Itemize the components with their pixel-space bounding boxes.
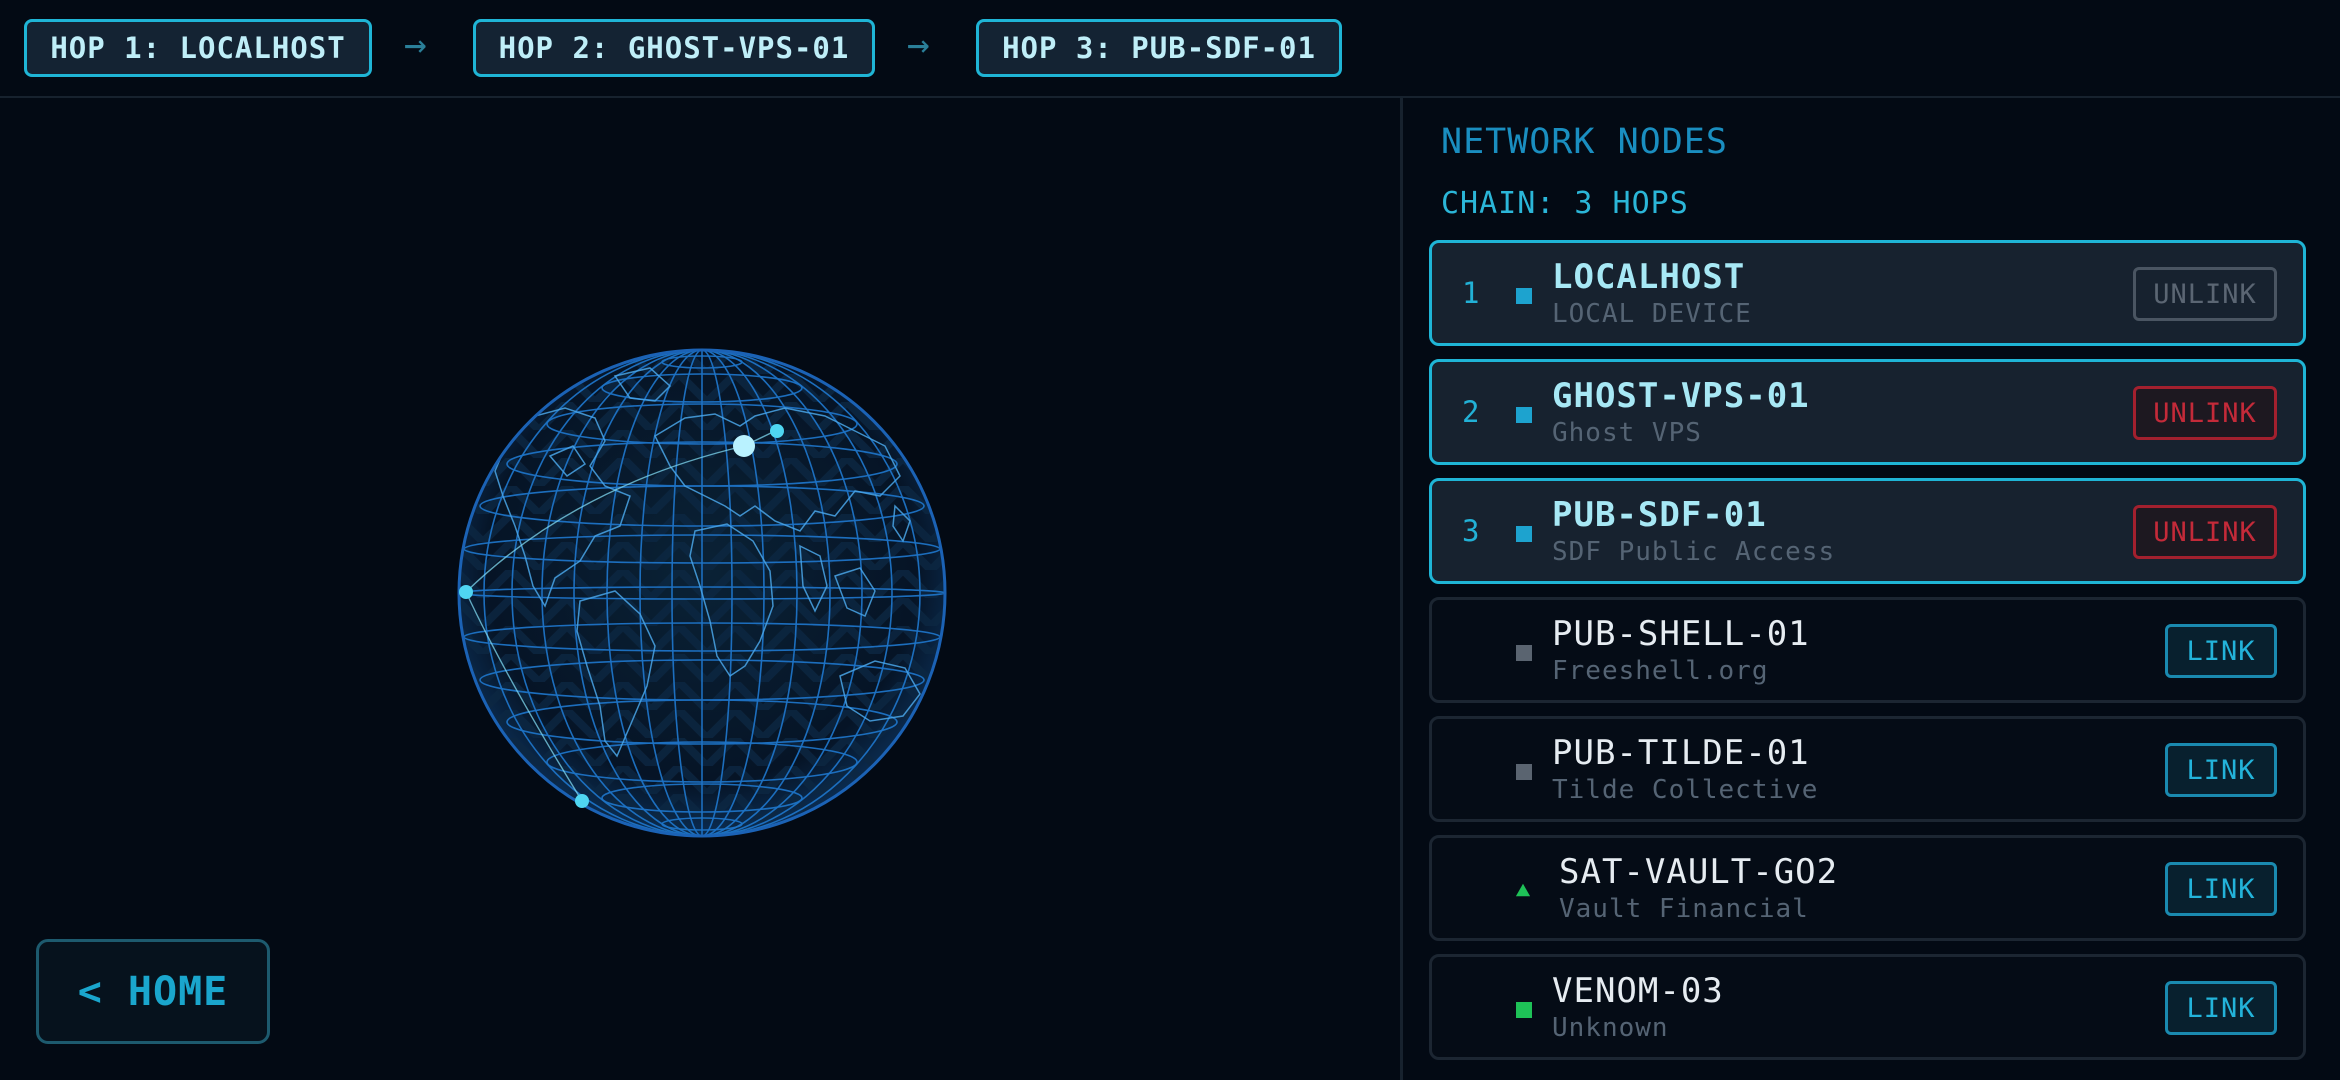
link-button[interactable]: LINK <box>2165 743 2277 797</box>
link-button[interactable]: LINK <box>2165 624 2277 678</box>
unlink-button[interactable]: UNLINK <box>2133 386 2277 440</box>
node-description: SDF Public Access <box>1552 537 1836 567</box>
unlink-button[interactable]: UNLINK <box>2133 267 2277 321</box>
hop-chain-bar: HOP 1: LOCALHOST → HOP 2: GHOST-VPS-01 →… <box>0 0 2340 98</box>
node-description: Unknown <box>1552 1013 1669 1043</box>
arrow-right-icon: → <box>404 22 427 66</box>
node-card-pub-tilde-01[interactable]: PUB-TILDE-01 Tilde Collective LINK <box>1429 716 2306 822</box>
node-name: PUB-SHELL-01 <box>1552 614 1810 654</box>
hop-chip-2[interactable]: HOP 2: GHOST-VPS-01 <box>473 19 875 77</box>
node-description: Freeshell.org <box>1552 656 1769 686</box>
node-description: Tilde Collective <box>1552 775 1819 805</box>
node-name: SAT-VAULT-GO2 <box>1559 852 1839 892</box>
node-name: VENOM-03 <box>1552 971 1724 1011</box>
status-triangle-icon <box>1515 883 1531 897</box>
node-card-ghost-vps-01[interactable]: 2 GHOST-VPS-01 Ghost VPS UNLINK <box>1429 359 2306 465</box>
node-card-pub-shell-01[interactable]: PUB-SHELL-01 Freeshell.org LINK <box>1429 597 2306 703</box>
globe-panel: < HOME <box>0 98 1403 1080</box>
status-square-icon <box>1516 1002 1532 1018</box>
node-card-localhost[interactable]: 1 LOCALHOST LOCAL DEVICE UNLINK <box>1429 240 2306 346</box>
node-name: LOCALHOST <box>1552 257 1746 297</box>
arrow-right-icon: → <box>907 22 930 66</box>
link-button[interactable]: LINK <box>2165 981 2277 1035</box>
status-square-icon <box>1516 645 1532 661</box>
status-square-icon <box>1516 407 1532 423</box>
node-description: Ghost VPS <box>1552 418 1702 448</box>
network-nodes-panel: NETWORK NODES CHAIN: 3 HOPS 1 LOCALHOST … <box>1403 98 2340 1080</box>
node-index: 2 <box>1462 395 1480 429</box>
link-button[interactable]: LINK <box>2165 862 2277 916</box>
node-dot[interactable] <box>575 794 589 808</box>
node-name: PUB-TILDE-01 <box>1552 733 1810 773</box>
status-square-icon <box>1516 764 1532 780</box>
node-card-venom-03[interactable]: VENOM-03 Unknown LINK <box>1429 954 2306 1060</box>
hop-chip-3[interactable]: HOP 3: PUB-SDF-01 <box>976 19 1342 77</box>
status-square-icon <box>1516 526 1532 542</box>
active-node-dot[interactable] <box>733 435 755 457</box>
node-index: 3 <box>1462 514 1480 548</box>
panel-title: NETWORK NODES <box>1441 122 1728 162</box>
network-globe <box>457 348 947 838</box>
node-card-sat-vault-go2[interactable]: SAT-VAULT-GO2 Vault Financial LINK <box>1429 835 2306 941</box>
node-name: PUB-SDF-01 <box>1552 495 1767 535</box>
hop-chip-1[interactable]: HOP 1: LOCALHOST <box>24 19 372 77</box>
node-name: GHOST-VPS-01 <box>1552 376 1810 416</box>
node-index: 1 <box>1462 276 1480 310</box>
node-dot[interactable] <box>459 585 473 599</box>
unlink-button[interactable]: UNLINK <box>2133 505 2277 559</box>
chain-hop-count: CHAIN: 3 HOPS <box>1441 186 1689 221</box>
node-description: Vault Financial <box>1559 894 1809 924</box>
node-dot[interactable] <box>770 424 784 438</box>
node-description: LOCAL DEVICE <box>1552 299 1752 329</box>
node-card-pub-sdf-01[interactable]: 3 PUB-SDF-01 SDF Public Access UNLINK <box>1429 478 2306 584</box>
status-square-icon <box>1516 288 1532 304</box>
home-button[interactable]: < HOME <box>36 939 270 1044</box>
